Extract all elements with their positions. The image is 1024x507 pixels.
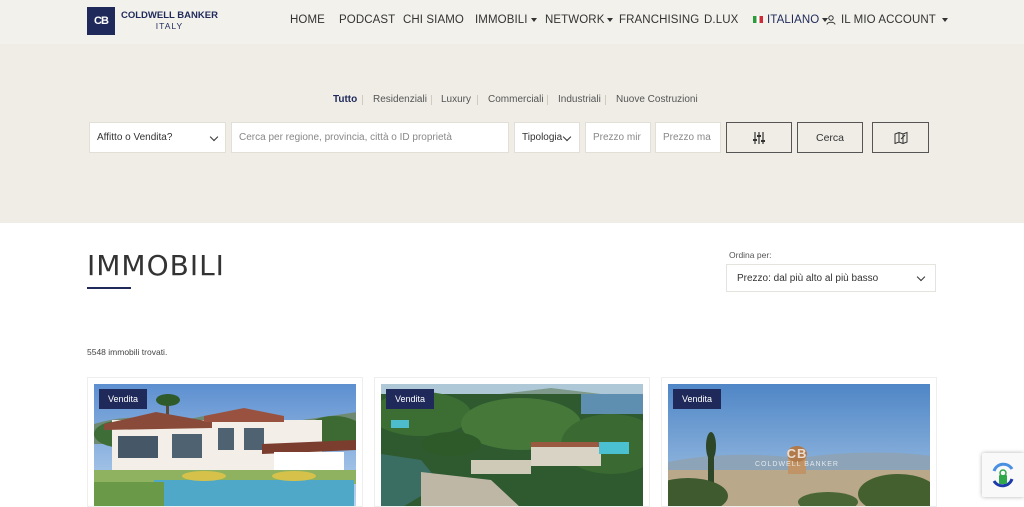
watermark-text: COLDWELL BANKER xyxy=(755,461,839,468)
watermark-logo: CB COLDWELL BANKER xyxy=(755,446,839,468)
caret-down-icon xyxy=(530,17,537,22)
property-type-tabs: Tutto Residenziali Luxury Commerciali In… xyxy=(0,94,1024,108)
nav-immobili-label: IMMOBILI xyxy=(475,14,528,26)
sort-label: Ordina per: xyxy=(729,250,772,260)
logo-line-1: COLDWELL BANKER xyxy=(121,10,218,21)
recaptcha-badge[interactable] xyxy=(982,453,1024,497)
tab-residenziali[interactable]: Residenziali xyxy=(373,94,427,105)
logo-mark: CB xyxy=(87,7,115,35)
property-type-select[interactable]: Tipologia xyxy=(514,122,580,153)
nav-franchising[interactable]: FRANCHISING xyxy=(619,14,699,26)
advanced-filters-button[interactable] xyxy=(726,122,792,153)
tab-luxury[interactable]: Luxury xyxy=(441,94,471,105)
user-icon xyxy=(826,15,836,25)
map-icon xyxy=(894,131,907,144)
nav-network-label: NETWORK xyxy=(545,14,605,26)
status-badge: Vendita xyxy=(386,389,435,409)
chevron-down-icon xyxy=(209,132,219,142)
chevron-down-icon xyxy=(562,132,572,142)
property-card[interactable]: CB COLDWELL BANKER Vendita xyxy=(661,377,937,507)
tab-divider xyxy=(605,95,606,105)
nav-immobili[interactable]: IMMOBILI xyxy=(475,14,537,26)
tab-divider xyxy=(547,95,548,105)
nav-network[interactable]: NETWORK xyxy=(545,14,614,26)
language-label: ITALIANO xyxy=(767,14,820,26)
logo-text: COLDWELL BANKER ITALY xyxy=(121,10,218,32)
nav-home[interactable]: HOME xyxy=(290,14,325,26)
status-badge: Vendita xyxy=(99,389,148,409)
tab-nuove-costruzioni[interactable]: Nuove Costruzioni xyxy=(616,94,698,105)
sliders-icon xyxy=(753,131,765,144)
price-max-placeholder: Prezzo ma xyxy=(663,132,711,143)
nav-chi-siamo[interactable]: CHI SIAMO xyxy=(403,14,464,26)
contract-type-select[interactable]: Affitto o Vendita? xyxy=(89,122,226,153)
italy-flag-icon xyxy=(753,16,763,24)
map-search-button[interactable] xyxy=(872,122,929,153)
top-header: CB COLDWELL BANKER ITALY HOME PODCAST CH… xyxy=(0,0,1024,44)
watermark-mark: CB xyxy=(786,446,808,461)
tab-divider xyxy=(477,95,478,105)
tab-divider xyxy=(362,95,363,105)
tab-tutto[interactable]: Tutto xyxy=(333,94,357,105)
account-menu[interactable]: IL MIO ACCOUNT xyxy=(826,14,948,26)
brand-logo[interactable]: CB COLDWELL BANKER ITALY xyxy=(87,7,218,35)
title-underline xyxy=(87,287,131,289)
property-card[interactable]: Vendita xyxy=(87,377,363,507)
recaptcha-icon xyxy=(992,462,1014,488)
location-search-input[interactable]: Cerca per regione, provincia, città o ID… xyxy=(231,122,509,153)
logo-line-2: ITALY xyxy=(155,21,184,31)
price-min-placeholder: Prezzo mir xyxy=(593,132,641,143)
tab-industriali[interactable]: Industriali xyxy=(558,94,601,105)
price-min-input[interactable]: Prezzo mir xyxy=(585,122,651,153)
caret-down-icon xyxy=(941,17,948,22)
property-type-value: Tipologia xyxy=(522,132,563,143)
account-label: IL MIO ACCOUNT xyxy=(841,14,936,26)
sort-select[interactable]: Prezzo: dal più alto al più basso xyxy=(726,264,936,292)
chevron-down-icon xyxy=(916,272,926,282)
caret-down-icon xyxy=(607,17,614,22)
page-title: IMMOBILI xyxy=(87,249,225,282)
results-count: 5548 immobili trovati. xyxy=(87,347,168,357)
property-card[interactable]: Vendita xyxy=(374,377,650,507)
nav-podcast[interactable]: PODCAST xyxy=(339,14,395,26)
price-max-input[interactable]: Prezzo ma xyxy=(655,122,721,153)
status-badge: Vendita xyxy=(673,389,722,409)
tab-divider xyxy=(431,95,432,105)
search-button[interactable]: Cerca xyxy=(797,122,863,153)
nav-dlux[interactable]: D.LUX xyxy=(704,14,738,26)
sort-value: Prezzo: dal più alto al più basso xyxy=(737,272,879,284)
tab-commerciali[interactable]: Commerciali xyxy=(488,94,544,105)
language-selector[interactable]: ITALIANO xyxy=(753,14,829,26)
location-search-placeholder: Cerca per regione, provincia, città o ID… xyxy=(239,132,452,143)
contract-type-value: Affitto o Vendita? xyxy=(97,132,173,143)
search-panel: Tutto Residenziali Luxury Commerciali In… xyxy=(0,44,1024,223)
